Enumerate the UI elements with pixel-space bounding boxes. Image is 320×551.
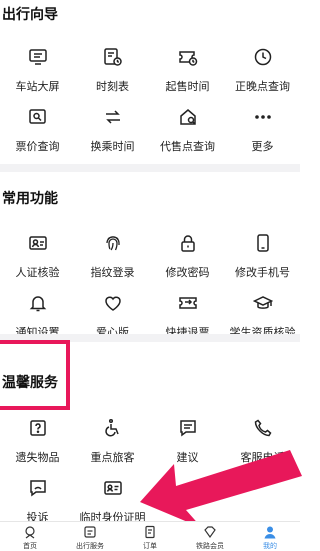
tab-label: 我的: [263, 543, 277, 550]
order-icon: [145, 525, 155, 539]
transfer-icon: [102, 106, 124, 128]
grid-item-lost-items[interactable]: 遗失物品: [0, 415, 75, 475]
grid-item-delay-query[interactable]: 正晚点查询: [225, 44, 300, 104]
grid-item-station-screen[interactable]: 车站大屏: [0, 44, 75, 104]
tab-label: 首页: [23, 543, 37, 550]
clock-icon: [252, 46, 274, 68]
lost-item-icon: [27, 417, 49, 439]
grid-item-id-verify[interactable]: 人证核验: [0, 230, 75, 290]
home-icon: [25, 526, 35, 539]
timetable-icon: [102, 46, 124, 68]
tab-home[interactable]: 首页: [0, 522, 60, 551]
grid-item-more[interactable]: 更多: [225, 104, 300, 164]
grid-item-price-query[interactable]: 票价查询: [0, 104, 75, 164]
heart-icon: [102, 292, 124, 314]
grid-item-service-hotline[interactable]: 客服电话: [225, 415, 300, 475]
section-title-warm: 温馨服务: [2, 374, 58, 390]
grid-label: 修改手机号: [235, 267, 290, 279]
grid-label: 遗失物品: [15, 452, 60, 464]
grid-label: 车站大屏: [15, 81, 60, 93]
grid-label: 票价查询: [15, 141, 60, 153]
grid-label: 更多: [251, 141, 274, 153]
grid-item-timetable[interactable]: 时刻表: [75, 44, 150, 104]
grid-label: 时刻表: [96, 81, 129, 93]
tab-travel-service[interactable]: 出行服务: [60, 522, 120, 551]
suggestion-icon: [177, 417, 199, 439]
grid-label: 正晚点查询: [235, 81, 290, 93]
wheelchair-icon: [102, 417, 124, 439]
tab-orders[interactable]: 订单: [120, 522, 180, 551]
grid-label: 建议: [176, 452, 199, 464]
phone-icon: [252, 232, 274, 254]
tab-label: 出行服务: [76, 543, 104, 550]
section-divider: [0, 164, 300, 172]
fingerprint-icon: [102, 232, 124, 254]
price-query-icon: [27, 106, 49, 128]
profile-icon: [264, 526, 276, 539]
temp-id-icon: [102, 477, 124, 499]
lock-icon: [177, 232, 199, 254]
bell-icon: [27, 292, 49, 314]
travel-guide-section: 出行向导 车站大屏 时刻表 起售时间 正晚点查询 票价查询 换乘时间 代售点查询…: [0, 0, 300, 160]
grid-label: 人证核验: [15, 267, 60, 279]
grid-item-key-passengers[interactable]: 重点旅客: [75, 415, 150, 475]
grid-label: 重点旅客: [90, 452, 135, 464]
grid-item-suggestions[interactable]: 建议: [150, 415, 225, 475]
ticket-time-icon: [177, 46, 199, 68]
grid-item-transfer-time[interactable]: 换乘时间: [75, 104, 150, 164]
grid-item-change-phone[interactable]: 修改手机号: [225, 230, 300, 290]
section-title-travel: 出行向导: [2, 6, 58, 22]
graduation-cap-icon: [252, 292, 274, 314]
grid-item-fingerprint-login[interactable]: 指纹登录: [75, 230, 150, 290]
tab-profile[interactable]: 我的: [240, 522, 300, 551]
common-functions-section: 常用功能 人证核验 指纹登录 修改密码 修改手机号 通知设置 爱心版 快捷退票 …: [0, 172, 300, 339]
tab-label: 铁路会员: [196, 543, 224, 550]
phone-call-icon: [252, 417, 274, 439]
more-icon: [252, 106, 274, 128]
grid-item-sale-time[interactable]: 起售时间: [150, 44, 225, 104]
travel-service-icon: [84, 526, 96, 538]
grid-label: 换乘时间: [90, 141, 135, 153]
grid-label: 起售时间: [165, 81, 210, 93]
agency-icon: [177, 106, 199, 128]
grid-item-agency-query[interactable]: 代售点查询: [150, 104, 225, 164]
bottom-tab-bar: 首页 出行服务 订单 铁路会员 我的: [0, 521, 300, 551]
grid-label: 代售点查询: [160, 141, 215, 153]
grid-label: 修改密码: [165, 267, 210, 279]
refund-icon: [177, 292, 199, 314]
complaint-icon: [27, 477, 49, 499]
warm-services-section: 温馨服务 遗失物品 重点旅客 建议 客服电话 投诉 临时身份证明: [0, 342, 300, 524]
grid-label: 客服电话: [240, 452, 285, 464]
grid-item-change-password[interactable]: 修改密码: [150, 230, 225, 290]
tab-railway-member[interactable]: 铁路会员: [180, 522, 240, 551]
grid-label: 指纹登录: [90, 267, 135, 279]
member-icon: [204, 526, 216, 539]
tab-label: 订单: [143, 543, 157, 550]
id-verify-icon: [27, 232, 49, 254]
section-title-common: 常用功能: [2, 190, 58, 206]
station-screen-icon: [27, 46, 49, 68]
section-divider: [0, 334, 300, 342]
